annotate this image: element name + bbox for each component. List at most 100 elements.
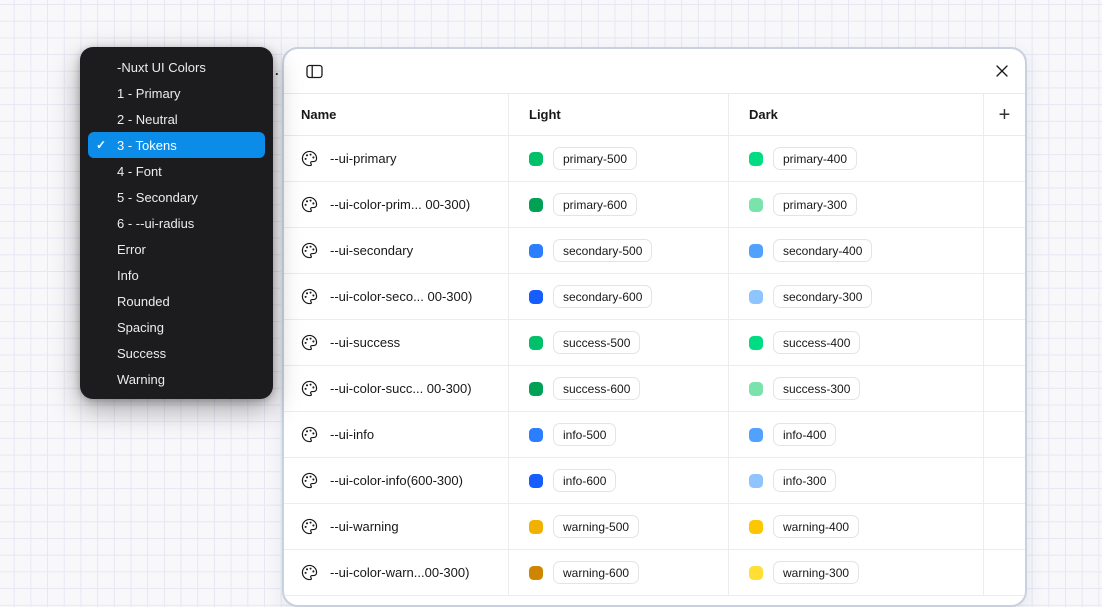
- color-swatch[interactable]: [529, 290, 543, 304]
- token-chip[interactable]: success-400: [773, 331, 860, 354]
- variable-name-cell[interactable]: --ui-secondary: [284, 228, 508, 273]
- token-chip[interactable]: success-600: [553, 377, 640, 400]
- color-swatch[interactable]: [749, 474, 763, 488]
- token-chip[interactable]: primary-600: [553, 193, 637, 216]
- color-swatch[interactable]: [749, 244, 763, 258]
- variable-name-cell[interactable]: --ui-primary: [284, 136, 508, 181]
- color-swatch[interactable]: [529, 382, 543, 396]
- color-swatch[interactable]: [529, 474, 543, 488]
- dark-value-cell[interactable]: secondary-400: [728, 228, 983, 273]
- color-swatch[interactable]: [749, 566, 763, 580]
- light-value-cell[interactable]: primary-600: [508, 182, 728, 227]
- light-value-cell[interactable]: warning-500: [508, 504, 728, 549]
- light-value-cell[interactable]: success-600: [508, 366, 728, 411]
- light-value-cell[interactable]: info-600: [508, 458, 728, 503]
- token-chip[interactable]: warning-500: [553, 515, 639, 538]
- row-extra-cell: [983, 504, 1025, 549]
- table-row[interactable]: --ui-color-succ... 00-300) success-600 s…: [284, 366, 1025, 412]
- token-chip[interactable]: secondary-400: [773, 239, 872, 262]
- table-row[interactable]: --ui-color-seco... 00-300) secondary-600…: [284, 274, 1025, 320]
- token-chip[interactable]: info-500: [553, 423, 616, 446]
- color-swatch[interactable]: [529, 244, 543, 258]
- light-value-cell[interactable]: info-500: [508, 412, 728, 457]
- menu-item[interactable]: Rounded: [88, 288, 265, 314]
- token-chip[interactable]: secondary-600: [553, 285, 652, 308]
- dark-value-cell[interactable]: warning-300: [728, 550, 983, 595]
- dark-value-cell[interactable]: primary-400: [728, 136, 983, 181]
- menu-item[interactable]: Info: [88, 262, 265, 288]
- table-row[interactable]: --ui-secondary secondary-500 secondary-4…: [284, 228, 1025, 274]
- menu-item[interactable]: Error: [88, 236, 265, 262]
- token-chip[interactable]: success-300: [773, 377, 860, 400]
- menu-item[interactable]: 6 - --ui-radius: [88, 210, 265, 236]
- dark-value-cell[interactable]: success-300: [728, 366, 983, 411]
- color-swatch[interactable]: [749, 198, 763, 212]
- dark-value-cell[interactable]: secondary-300: [728, 274, 983, 319]
- color-swatch[interactable]: [749, 428, 763, 442]
- color-swatch[interactable]: [529, 428, 543, 442]
- dark-value-cell[interactable]: success-400: [728, 320, 983, 365]
- table-row[interactable]: --ui-color-warn...00-300) warning-600 wa…: [284, 550, 1025, 596]
- color-swatch[interactable]: [749, 290, 763, 304]
- token-chip[interactable]: info-300: [773, 469, 836, 492]
- token-chip[interactable]: warning-300: [773, 561, 859, 584]
- menu-item[interactable]: 4 - Font: [88, 158, 265, 184]
- token-chip[interactable]: success-500: [553, 331, 640, 354]
- column-header-light: Light: [508, 94, 728, 135]
- variable-name-cell[interactable]: --ui-info: [284, 412, 508, 457]
- light-value-cell[interactable]: warning-600: [508, 550, 728, 595]
- color-swatch[interactable]: [529, 336, 543, 350]
- token-chip[interactable]: warning-600: [553, 561, 639, 584]
- light-value-cell[interactable]: primary-500: [508, 136, 728, 181]
- dark-value-cell[interactable]: warning-400: [728, 504, 983, 549]
- token-chip[interactable]: primary-400: [773, 147, 857, 170]
- token-chip[interactable]: secondary-500: [553, 239, 652, 262]
- add-variable-button[interactable]: +: [993, 104, 1017, 126]
- menu-item[interactable]: -Nuxt UI Colors: [88, 54, 265, 80]
- light-value-cell[interactable]: success-500: [508, 320, 728, 365]
- color-swatch[interactable]: [749, 152, 763, 166]
- token-chip[interactable]: warning-400: [773, 515, 859, 538]
- variable-name-cell[interactable]: --ui-color-seco... 00-300): [284, 274, 508, 319]
- dark-value-cell[interactable]: info-400: [728, 412, 983, 457]
- color-swatch[interactable]: [749, 336, 763, 350]
- table-row[interactable]: --ui-color-info(600-300) info-600 info-3…: [284, 458, 1025, 504]
- color-swatch[interactable]: [529, 566, 543, 580]
- table-header-row: Name Light Dark +: [284, 94, 1025, 136]
- token-chip[interactable]: info-600: [553, 469, 616, 492]
- token-chip[interactable]: secondary-300: [773, 285, 872, 308]
- menu-item[interactable]: Spacing: [88, 314, 265, 340]
- variable-name-cell[interactable]: --ui-color-prim... 00-300): [284, 182, 508, 227]
- dark-value-cell[interactable]: primary-300: [728, 182, 983, 227]
- variable-name-cell[interactable]: --ui-success: [284, 320, 508, 365]
- table-row[interactable]: --ui-success success-500 success-400: [284, 320, 1025, 366]
- token-chip[interactable]: info-400: [773, 423, 836, 446]
- color-swatch[interactable]: [749, 382, 763, 396]
- table-row[interactable]: --ui-info info-500 info-400: [284, 412, 1025, 458]
- menu-item[interactable]: Warning: [88, 366, 265, 392]
- table-row[interactable]: --ui-color-prim... 00-300) primary-600 p…: [284, 182, 1025, 228]
- variable-name-cell[interactable]: --ui-color-info(600-300): [284, 458, 508, 503]
- menu-item[interactable]: Success: [88, 340, 265, 366]
- menu-item[interactable]: 2 - Neutral: [88, 106, 265, 132]
- table-row[interactable]: --ui-warning warning-500 warning-400: [284, 504, 1025, 550]
- token-chip[interactable]: primary-300: [773, 193, 857, 216]
- menu-item[interactable]: ✓ 3 - Tokens: [88, 132, 265, 158]
- palette-icon: [301, 518, 318, 535]
- variable-name-cell[interactable]: --ui-color-succ... 00-300): [284, 366, 508, 411]
- variable-name-cell[interactable]: --ui-warning: [284, 504, 508, 549]
- token-chip[interactable]: primary-500: [553, 147, 637, 170]
- dark-value-cell[interactable]: info-300: [728, 458, 983, 503]
- sidebar-toggle-button[interactable]: [304, 62, 325, 81]
- color-swatch[interactable]: [749, 520, 763, 534]
- table-row[interactable]: --ui-primary primary-500 primary-400: [284, 136, 1025, 182]
- close-button[interactable]: [993, 62, 1011, 80]
- light-value-cell[interactable]: secondary-500: [508, 228, 728, 273]
- color-swatch[interactable]: [529, 198, 543, 212]
- color-swatch[interactable]: [529, 152, 543, 166]
- color-swatch[interactable]: [529, 520, 543, 534]
- menu-item[interactable]: 5 - Secondary: [88, 184, 265, 210]
- variable-name-cell[interactable]: --ui-color-warn...00-300): [284, 550, 508, 595]
- menu-item[interactable]: 1 - Primary: [88, 80, 265, 106]
- light-value-cell[interactable]: secondary-600: [508, 274, 728, 319]
